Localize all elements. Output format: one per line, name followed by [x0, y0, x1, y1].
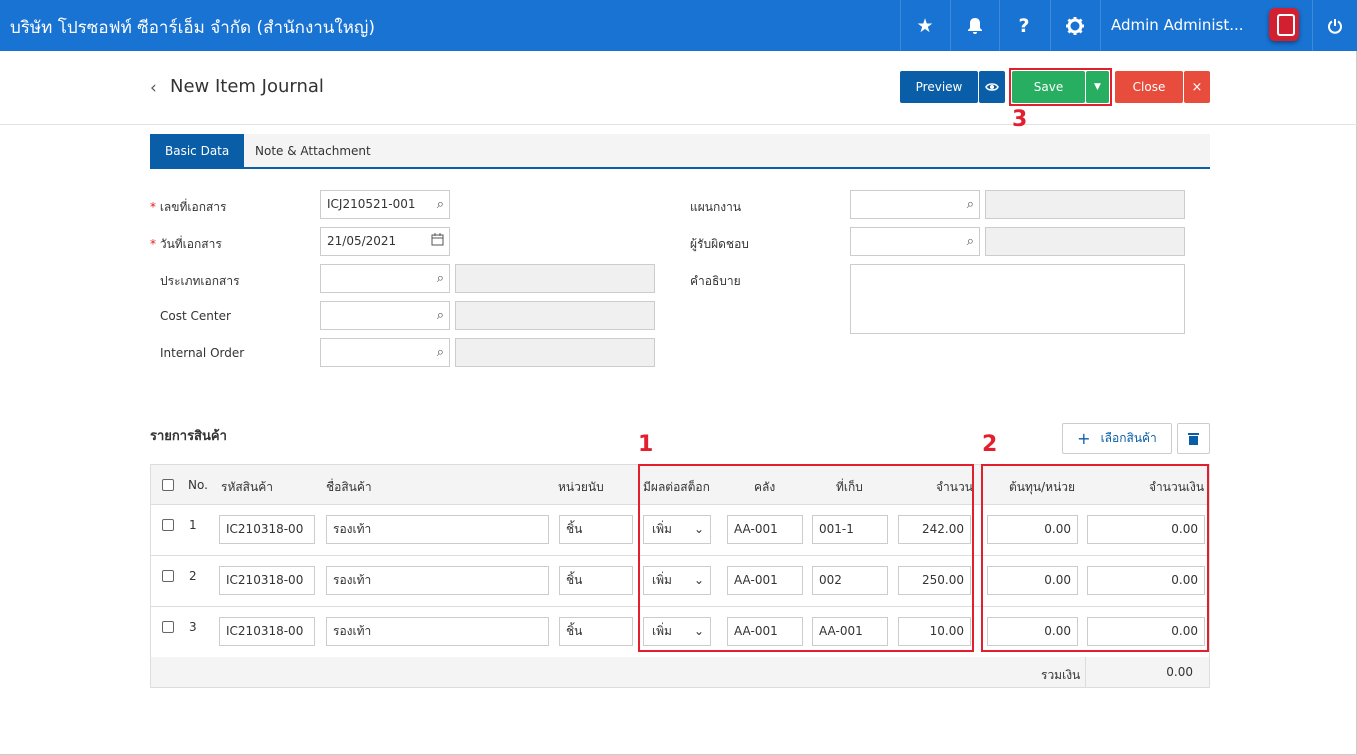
row-checkbox[interactable]: [162, 570, 174, 582]
description-label: คำอธิบาย: [690, 274, 741, 288]
cost-center-name: [455, 301, 655, 330]
annotation-box-save: [1009, 68, 1112, 106]
name-input[interactable]: รองเท้า: [326, 515, 549, 544]
gear-icon[interactable]: [1050, 0, 1099, 51]
search-icon: ⌕: [436, 197, 444, 212]
annotation-box-stock: [638, 464, 974, 652]
total-value: 0.00: [1085, 657, 1209, 687]
star-icon[interactable]: ★: [900, 0, 949, 51]
row-checkbox[interactable]: [162, 621, 174, 633]
cost-center-field[interactable]: ⌕: [320, 301, 450, 330]
responsible-field[interactable]: ⌕: [850, 227, 980, 256]
doc-type-field[interactable]: ⌕: [320, 264, 450, 293]
name-input[interactable]: รองเท้า: [326, 566, 549, 595]
responsible-label: ผู้รับผิดชอบ: [690, 237, 749, 251]
doc-no-field[interactable]: ICJ210521-001 ⌕: [320, 190, 450, 219]
total-label: รวมเงิน: [1041, 668, 1081, 682]
company-name: บริษัท โปรซอฟท์ ซีอาร์เอ็ม จำกัด (สำนักง…: [10, 18, 376, 38]
search-icon: ⌕: [436, 345, 444, 360]
back-chevron-icon[interactable]: ‹: [150, 78, 157, 98]
page-title: New Item Journal: [170, 76, 324, 97]
cost-center-label: Cost Center: [160, 309, 231, 323]
description-textarea[interactable]: [850, 264, 1185, 334]
doc-type-name: [455, 264, 655, 293]
internal-order-field[interactable]: ⌕: [320, 338, 450, 367]
tab-basic-data[interactable]: Basic Data: [150, 134, 245, 169]
power-icon[interactable]: [1312, 0, 1357, 51]
close-button[interactable]: Close: [1115, 71, 1183, 103]
plan-label: แผนกงาน: [690, 200, 742, 214]
app-logo-icon: [1269, 8, 1299, 41]
search-icon: ⌕: [436, 308, 444, 323]
bell-icon[interactable]: [950, 0, 999, 51]
user-menu[interactable]: Admin Administ...: [1100, 0, 1312, 51]
trash-icon[interactable]: [1177, 423, 1210, 454]
tab-bar: Basic Data Note & Attachment: [150, 134, 1210, 169]
col-code: รหัสสินค้า: [221, 480, 273, 494]
annotation-label-3: 3: [1012, 107, 1028, 132]
doc-no-label: * เลขที่เอกสาร: [150, 200, 227, 214]
close-icon[interactable]: ×: [1184, 71, 1210, 103]
doc-date-field[interactable]: 21/05/2021: [320, 227, 450, 256]
unit-input[interactable]: ชิ้น: [559, 515, 633, 544]
internal-order-name: [455, 338, 655, 367]
search-icon: ⌕: [436, 271, 444, 286]
row-no: 3: [189, 620, 197, 634]
code-input[interactable]: IC210318-00: [219, 617, 315, 646]
name-input[interactable]: รองเท้า: [326, 617, 549, 646]
annotation-label-1: 1: [638, 432, 654, 457]
annotation-box-cost: [981, 464, 1209, 652]
code-input[interactable]: IC210318-00: [219, 566, 315, 595]
select-item-button[interactable]: + เลือกสินค้า: [1062, 423, 1172, 454]
question-icon[interactable]: ?: [999, 0, 1048, 51]
row-no: 1: [189, 518, 197, 532]
user-name: Admin Administ...: [1111, 16, 1244, 34]
select-all-checkbox[interactable]: [162, 479, 174, 491]
plus-icon: +: [1077, 429, 1091, 448]
row-checkbox[interactable]: [162, 519, 174, 531]
internal-order-label: Internal Order: [160, 346, 245, 360]
plan-field[interactable]: ⌕: [850, 190, 980, 219]
tab-note-attachment[interactable]: Note & Attachment: [240, 134, 386, 169]
unit-input[interactable]: ชิ้น: [559, 617, 633, 646]
preview-button[interactable]: Preview: [900, 71, 978, 103]
items-section-title: รายการสินค้า: [150, 429, 227, 444]
plan-name: [985, 190, 1185, 219]
search-icon: ⌕: [966, 197, 974, 212]
col-name: ชื่อสินค้า: [326, 480, 372, 494]
eye-icon[interactable]: [979, 71, 1005, 103]
calendar-icon: [431, 229, 444, 256]
unit-input[interactable]: ชิ้น: [559, 566, 633, 595]
code-input[interactable]: IC210318-00: [219, 515, 315, 544]
search-icon: ⌕: [966, 234, 974, 249]
row-no: 2: [189, 569, 197, 583]
doc-date-label: * วันที่เอกสาร: [150, 237, 222, 251]
col-no: No.: [188, 478, 208, 492]
responsible-name: [985, 227, 1185, 256]
top-bar: บริษัท โปรซอฟท์ ซีอาร์เอ็ม จำกัด (สำนักง…: [0, 0, 1357, 51]
col-unit: หน่วยนับ: [558, 480, 604, 494]
annotation-label-2: 2: [982, 432, 998, 457]
grid-footer: รวมเงิน 0.00: [151, 657, 1209, 687]
doc-type-label: ประเภทเอกสาร: [160, 274, 240, 288]
